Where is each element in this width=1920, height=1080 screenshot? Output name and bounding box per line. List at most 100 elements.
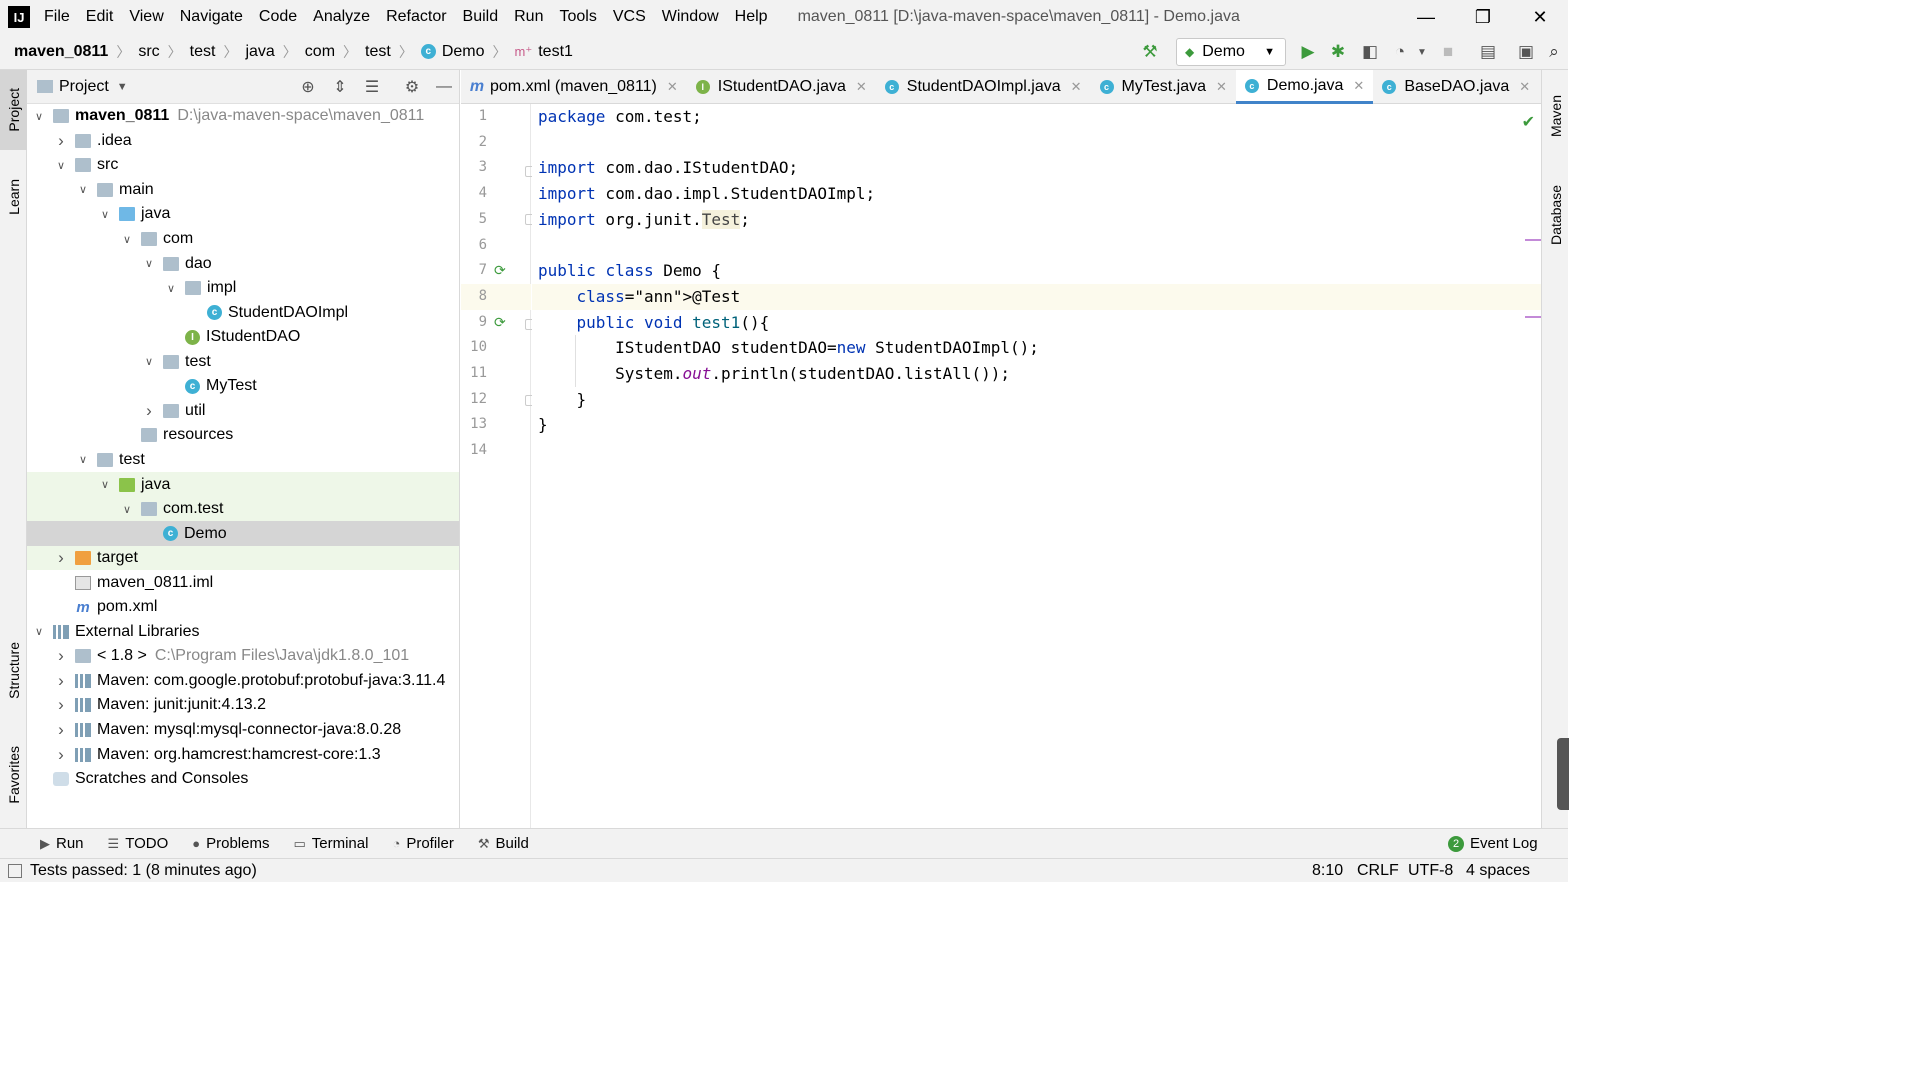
code-line[interactable]: import org.junit.Test; — [532, 207, 1541, 233]
editor-tab[interactable]: c MyTest.java ✕ — [1091, 70, 1236, 104]
close-tab-icon[interactable]: ✕ — [1353, 78, 1364, 94]
tree-item[interactable]: ∨ com — [27, 227, 459, 252]
project-structure-icon[interactable]: ▤ — [1478, 42, 1498, 62]
tree-item[interactable]: › Maven: org.hamcrest:hamcrest-core:1.3 — [27, 742, 459, 767]
chevron-down-icon[interactable]: ∨ — [121, 503, 133, 516]
code-line[interactable]: } — [532, 412, 1541, 438]
chevron-right-icon[interactable]: › — [55, 671, 67, 691]
code-line[interactable]: public void test1(){ — [532, 310, 1541, 336]
menu-analyze[interactable]: Analyze — [313, 8, 370, 26]
breadcrumb-item[interactable]: java — [245, 43, 274, 61]
menu-refactor[interactable]: Refactor — [386, 8, 446, 26]
tool-tab-structure[interactable]: Structure — [0, 625, 27, 715]
breadcrumb-item[interactable]: maven_0811 — [14, 43, 108, 61]
tree-item[interactable]: ∨ src — [27, 153, 459, 178]
tool-event-log[interactable]: 2 Event Log — [1448, 835, 1538, 852]
tree-item[interactable]: ∨ main — [27, 178, 459, 203]
locate-file-icon[interactable]: ⊕ — [299, 78, 317, 96]
layout-icon[interactable]: ▣ — [1516, 42, 1536, 62]
breadcrumb-item[interactable]: test1 — [538, 43, 573, 61]
chevron-down-icon[interactable]: ∨ — [99, 208, 111, 221]
editor-tab[interactable]: m pom.xml (maven_0811) ✕ — [461, 70, 687, 104]
editor-tab[interactable]: c BaseDAO.java ✕ — [1373, 70, 1539, 104]
breadcrumb-item[interactable]: com — [305, 43, 335, 61]
code-line[interactable]: } — [532, 387, 1541, 413]
caret-position[interactable]: 8:10 — [1312, 862, 1343, 880]
chevron-down-icon[interactable]: ∨ — [77, 183, 89, 196]
menu-code[interactable]: Code — [259, 8, 297, 26]
tool-tab-learn[interactable]: Learn — [0, 162, 27, 232]
run-config-select[interactable]: ◆ Demo ▼ — [1176, 38, 1286, 66]
file-encoding[interactable]: UTF-8 — [1408, 862, 1453, 880]
project-view-select[interactable]: Project — [59, 78, 109, 96]
menu-view[interactable]: View — [129, 8, 163, 26]
menu-vcs[interactable]: VCS — [613, 8, 646, 26]
tool-tab-favorites[interactable]: Favorites — [0, 730, 27, 820]
code-editor[interactable]: ✔ package com.test; import com.dao.IStude… — [532, 104, 1541, 828]
code-line[interactable]: import com.dao.impl.StudentDAOImpl; — [532, 181, 1541, 207]
chevron-right-icon[interactable]: › — [55, 720, 67, 740]
chevron-right-icon[interactable]: › — [55, 646, 67, 666]
chevron-down-icon[interactable]: ∨ — [121, 233, 133, 246]
code-line[interactable]: public class Demo { — [532, 258, 1541, 284]
tree-item[interactable]: ∨ java — [27, 472, 459, 497]
editor-tab[interactable]: c Demo.java ✕ — [1235, 70, 1374, 104]
stop-icon[interactable]: ■ — [1438, 42, 1458, 62]
run-test-gutter-icon[interactable]: ⟳ — [494, 314, 506, 331]
menu-navigate[interactable]: Navigate — [180, 8, 243, 26]
tree-item[interactable]: ∨ com.test — [27, 496, 459, 522]
tree-item[interactable]: › .idea — [27, 129, 459, 154]
profile-icon[interactable]: ◔ — [1390, 42, 1410, 62]
tool-terminal[interactable]: ▭ Terminal — [293, 835, 368, 852]
tree-item[interactable]: ∨ test — [27, 350, 459, 375]
tree-item[interactable]: resources — [27, 423, 459, 448]
chevron-down-icon[interactable]: ∨ — [143, 257, 155, 270]
hide-panel-icon[interactable]: — — [435, 78, 453, 96]
tree-item[interactable]: I IStudentDAO — [27, 325, 459, 350]
close-tab-icon[interactable]: ✕ — [667, 79, 678, 95]
chevron-right-icon[interactable]: › — [55, 131, 67, 151]
tree-item[interactable]: › Maven: mysql:mysql-connector-java:8.0.2… — [27, 718, 459, 743]
code-line[interactable]: import com.dao.IStudentDAO; — [532, 155, 1541, 181]
code-line[interactable]: class="ann">@Test — [532, 283, 1541, 310]
editor-tab[interactable]: I IStudentDAO.java ✕ — [687, 70, 876, 104]
chevron-down-icon[interactable]: ∨ — [33, 625, 45, 638]
menu-edit[interactable]: Edit — [86, 8, 114, 26]
close-tab-icon[interactable]: ✕ — [1216, 79, 1227, 95]
debug-bug-icon[interactable]: ✱ — [1328, 42, 1348, 62]
more-run-chevron-icon[interactable]: ▼ — [1412, 42, 1432, 62]
menu-build[interactable]: Build — [463, 8, 499, 26]
tree-item[interactable]: c StudentDAOImpl — [27, 300, 459, 325]
tree-item[interactable]: m pom.xml — [27, 595, 459, 620]
tool-tab-database[interactable]: Database — [1542, 170, 1569, 260]
editor-tab[interactable]: c StudentDAOImpl.java ✕ — [876, 70, 1091, 104]
indent-setting[interactable]: 4 spaces — [1466, 862, 1530, 880]
chevron-down-icon[interactable]: ∨ — [165, 282, 177, 295]
toggle-tool-windows-icon[interactable] — [8, 863, 22, 878]
chevron-right-icon[interactable]: › — [55, 745, 67, 765]
breadcrumb-item[interactable]: test — [365, 43, 391, 61]
chevron-down-icon[interactable]: ∨ — [33, 110, 45, 123]
tree-item[interactable]: › target — [27, 545, 459, 571]
tree-item[interactable]: › Maven: com.google.protobuf:protobuf-jav… — [27, 669, 459, 694]
tree-item[interactable]: maven_0811.iml — [27, 570, 459, 595]
menu-run[interactable]: Run — [514, 8, 543, 26]
chevron-right-icon[interactable]: › — [143, 401, 155, 421]
code-line[interactable] — [532, 233, 1541, 259]
tree-item[interactable]: › util — [27, 399, 459, 424]
line-separator[interactable]: CRLF — [1357, 862, 1399, 880]
tool-todo[interactable]: ☰ TODO — [108, 835, 169, 852]
code-line[interactable]: System.out.println(studentDAO.listAll())… — [532, 361, 1541, 387]
run-class-gutter-icon[interactable]: ⟳ — [494, 262, 506, 279]
close-tab-icon[interactable]: ✕ — [1519, 79, 1530, 95]
scrollbar-thumb[interactable] — [1557, 738, 1569, 810]
code-line[interactable] — [532, 130, 1541, 156]
restore-button[interactable]: ❐ — [1458, 0, 1508, 34]
menu-tools[interactable]: Tools — [559, 8, 596, 26]
menu-file[interactable]: File — [44, 8, 70, 26]
tree-item[interactable]: ∨ test — [27, 448, 459, 473]
run-icon[interactable]: ▶ — [1298, 42, 1318, 62]
tool-tab-maven[interactable]: Maven — [1542, 76, 1569, 156]
tool-tab-project[interactable]: Project — [0, 70, 27, 150]
minimize-button[interactable]: — — [1401, 0, 1451, 34]
